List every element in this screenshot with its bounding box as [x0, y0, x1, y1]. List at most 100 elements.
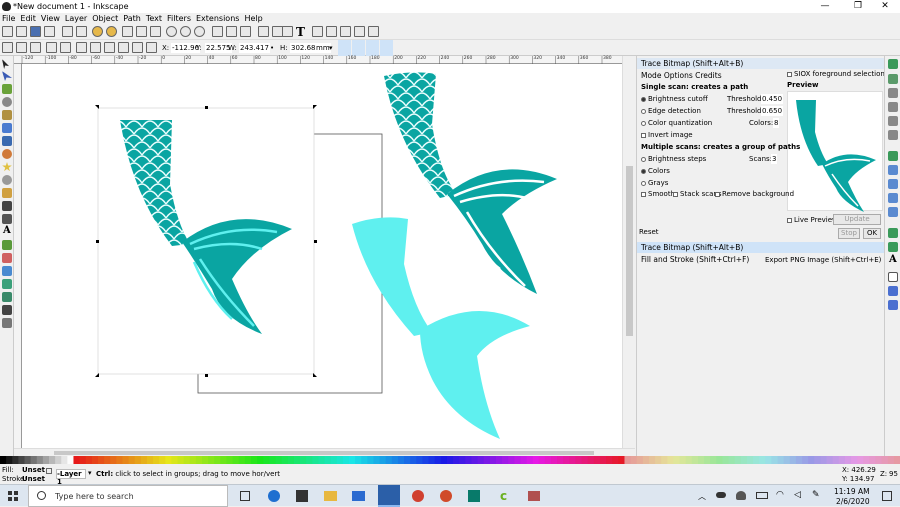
rotate-cw-icon[interactable]: [60, 42, 71, 53]
palette-swatch[interactable]: [306, 456, 313, 464]
palette-swatch[interactable]: [312, 456, 319, 464]
palette-swatch[interactable]: [600, 456, 607, 464]
fill-stroke-icon[interactable]: [282, 26, 293, 37]
palette-swatch[interactable]: [91, 456, 99, 464]
palette-swatch[interactable]: [79, 456, 87, 464]
palette-swatch[interactable]: [808, 456, 815, 464]
scale-stroke-toggle[interactable]: [338, 40, 351, 56]
colors-input[interactable]: 8: [773, 118, 780, 128]
dropper-tool-icon[interactable]: [2, 305, 12, 315]
palette-swatch[interactable]: [434, 456, 442, 464]
palette-swatch[interactable]: [244, 456, 252, 464]
new-document-icon[interactable]: [2, 26, 13, 37]
brightness-steps-radio[interactable]: Brightness steps: [641, 154, 706, 164]
palette-swatch[interactable]: [502, 456, 509, 464]
palette-swatch[interactable]: [122, 456, 130, 464]
menu-edit[interactable]: Edit: [20, 14, 36, 23]
undo-icon[interactable]: [92, 26, 103, 37]
palette-swatch[interactable]: [269, 456, 277, 464]
canvas-drawing[interactable]: [22, 64, 622, 448]
redo-icon[interactable]: [106, 26, 117, 37]
menu-path[interactable]: Path: [123, 14, 141, 23]
palette-swatch[interactable]: [110, 456, 117, 464]
raise-top-icon[interactable]: [104, 42, 115, 53]
palette-swatch[interactable]: [526, 456, 534, 464]
siox-checkbox[interactable]: SIOX foreground selection: [787, 69, 885, 79]
save-icon[interactable]: [30, 26, 41, 37]
palette-swatch[interactable]: [642, 456, 650, 464]
colors-radio[interactable]: Colors: [641, 166, 670, 176]
palette-swatch[interactable]: [12, 456, 19, 464]
xml-editor-icon[interactable]: [326, 26, 337, 37]
ok-button[interactable]: OK: [863, 228, 881, 239]
edge-browser-icon[interactable]: [268, 490, 280, 502]
menu-layer[interactable]: Layer: [65, 14, 87, 23]
palette-swatch[interactable]: [802, 456, 809, 464]
palette-swatch[interactable]: [575, 456, 583, 464]
palette-swatch[interactable]: [104, 456, 111, 464]
palette-swatch[interactable]: [844, 456, 852, 464]
panel-trace-bitmap-tab[interactable]: Trace Bitmap (Shift+Alt+B): [637, 242, 885, 253]
palette-swatch[interactable]: [361, 456, 368, 464]
palette-swatch[interactable]: [593, 456, 601, 464]
palette-swatch[interactable]: [697, 456, 705, 464]
palette-swatch[interactable]: [826, 456, 834, 464]
spiral-tool-icon[interactable]: [2, 175, 12, 185]
palette-swatch[interactable]: [85, 456, 93, 464]
palette-swatch[interactable]: [759, 456, 766, 464]
palette-swatch[interactable]: [422, 456, 430, 464]
palette-swatch[interactable]: [48, 456, 56, 464]
palette-swatch[interactable]: [514, 456, 521, 464]
palette-swatch[interactable]: [728, 456, 736, 464]
lower-bottom-icon[interactable]: [146, 42, 157, 53]
text-tool-icon[interactable]: A: [3, 225, 11, 236]
stroke-value[interactable]: Unset: [22, 475, 45, 483]
snap-corners-icon[interactable]: [888, 102, 898, 112]
volume-icon[interactable]: ◁: [794, 490, 801, 500]
palette-swatch[interactable]: [624, 456, 632, 464]
paste-icon[interactable]: [150, 26, 161, 37]
ellipse-tool-icon[interactable]: [2, 149, 12, 159]
palette-swatch[interactable]: [238, 456, 246, 464]
palette-swatch[interactable]: [520, 456, 528, 464]
palette-swatch[interactable]: [367, 456, 374, 464]
palette-swatch[interactable]: [397, 456, 405, 464]
measure-tool-icon[interactable]: [2, 110, 12, 120]
zoom-drawing-icon[interactable]: [180, 26, 191, 37]
vertical-scrollbar[interactable]: [622, 56, 635, 448]
dock-title[interactable]: Trace Bitmap (Shift+Alt+B): [637, 58, 885, 69]
move-gradients-toggle[interactable]: [366, 40, 379, 56]
palette-swatch[interactable]: [777, 456, 785, 464]
snap-others-icon[interactable]: [888, 242, 898, 252]
palette-swatch[interactable]: [636, 456, 644, 464]
task-view-icon[interactable]: [240, 491, 250, 501]
palette-swatch[interactable]: [587, 456, 595, 464]
document-properties-icon[interactable]: [368, 26, 379, 37]
palette-swatch[interactable]: [275, 456, 283, 464]
selector-tool-icon[interactable]: [2, 59, 9, 69]
palette-swatch[interactable]: [661, 456, 668, 464]
palette-swatch[interactable]: [30, 456, 38, 464]
palette-swatch[interactable]: [404, 456, 411, 464]
live-preview-checkbox[interactable]: Live Preview: [787, 215, 838, 225]
scale-radii-toggle[interactable]: [352, 40, 365, 56]
palette-swatch[interactable]: [495, 456, 503, 464]
palette-swatch[interactable]: [734, 456, 742, 464]
palette-swatch[interactable]: [165, 456, 172, 464]
import-icon[interactable]: [62, 26, 73, 37]
cricut-icon[interactable]: c: [500, 490, 512, 502]
palette-swatch[interactable]: [869, 456, 877, 464]
palette-swatch[interactable]: [563, 456, 570, 464]
layer-select[interactable]: -Layer 1: [56, 469, 86, 486]
pen-tool-icon[interactable]: [2, 201, 12, 211]
store-icon[interactable]: [296, 490, 308, 502]
snap-cusp-icon[interactable]: [888, 193, 898, 203]
palette-swatch[interactable]: [355, 456, 362, 464]
palette-swatch[interactable]: [875, 456, 883, 464]
palette-swatch[interactable]: [153, 456, 160, 464]
cloud-icon[interactable]: [716, 492, 726, 498]
palette-swatch[interactable]: [765, 456, 772, 464]
palette-swatch[interactable]: [459, 456, 466, 464]
zoom-value[interactable]: 95: [889, 470, 898, 478]
deselect-icon[interactable]: [30, 42, 41, 53]
